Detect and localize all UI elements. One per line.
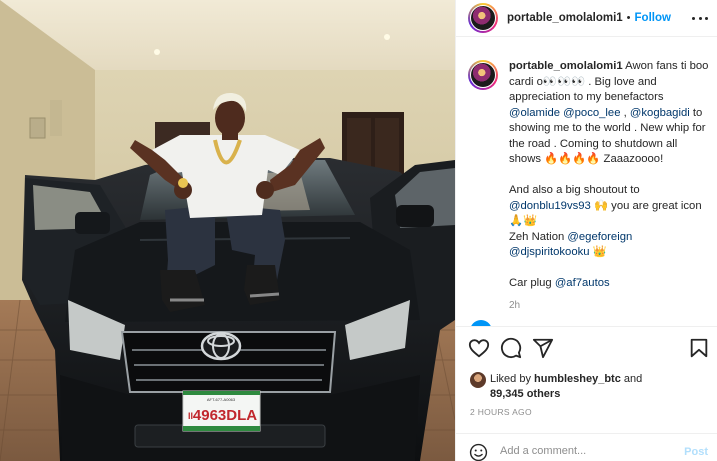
likes-summary: Liked by humbleshey_btc and 89,345 other… <box>470 372 710 402</box>
comment-input[interactable] <box>500 445 670 457</box>
caption-area[interactable]: portable_omolalomi1 Awon fans ti boo car… <box>456 37 717 327</box>
post-comment-button[interactable]: Post <box>684 446 708 458</box>
liker-avatar[interactable] <box>470 372 486 388</box>
follow-button[interactable]: Follow <box>635 12 671 24</box>
mention-olamide[interactable]: @olamide <box>509 107 560 119</box>
author-avatar[interactable] <box>468 3 498 33</box>
likes-count[interactable]: 89,345 others <box>490 388 560 400</box>
post-side-panel: portable_omolalomi1 • Follow portable_om… <box>455 0 717 461</box>
likes-text: Liked by humbleshey_btc and 89,345 other… <box>490 373 643 400</box>
smiley-icon[interactable] <box>469 443 488 461</box>
paper-plane-icon[interactable] <box>532 337 554 359</box>
mention-poco-lee[interactable]: @poco_lee <box>563 107 620 119</box>
mention-djspiritokooku[interactable]: @djspiritokooku <box>509 246 590 258</box>
caption-text: portable_omolalomi1 Awon fans ti boo car… <box>509 60 709 289</box>
mention-kogbagidi[interactable]: @kogbagidi <box>630 107 690 119</box>
comment-icon[interactable] <box>500 337 522 359</box>
post-photo[interactable]: AFT-677-A0063 II 4963DLA <box>0 0 455 461</box>
more-options-icon[interactable] <box>692 12 708 24</box>
license-plate: AFT-677-A0063 II 4963DLA <box>182 390 261 432</box>
post-timestamp[interactable]: 2 HOURS AGO <box>470 407 532 417</box>
next-comment-avatar <box>470 320 492 326</box>
post-header: portable_omolalomi1 • Follow <box>456 0 717 37</box>
action-bar <box>456 337 717 361</box>
mention-donblu[interactable]: @donblu19vs93 <box>509 200 591 212</box>
caption-avatar[interactable] <box>468 60 498 90</box>
mention-af7autos[interactable]: @af7autos <box>555 277 610 289</box>
photo-illustration: AFT-677-A0063 II 4963DLA <box>0 0 455 461</box>
separator-dot: • <box>626 12 631 24</box>
caption-username[interactable]: portable_omolalomi1 <box>509 60 623 72</box>
plate-number: 4963DLA <box>193 407 257 424</box>
author-username[interactable]: portable_omolalomi1 <box>507 12 623 24</box>
bookmark-icon[interactable] <box>688 337 710 359</box>
liker-username[interactable]: humbleshey_btc <box>534 373 621 385</box>
mention-egeforeign[interactable]: @egeforeign <box>567 231 632 243</box>
plate-top-text: AFT-677-A0063 <box>207 397 236 402</box>
caption-timestamp: 2h <box>509 299 521 311</box>
comment-bar: Post <box>456 433 717 461</box>
heart-icon[interactable] <box>468 337 490 359</box>
